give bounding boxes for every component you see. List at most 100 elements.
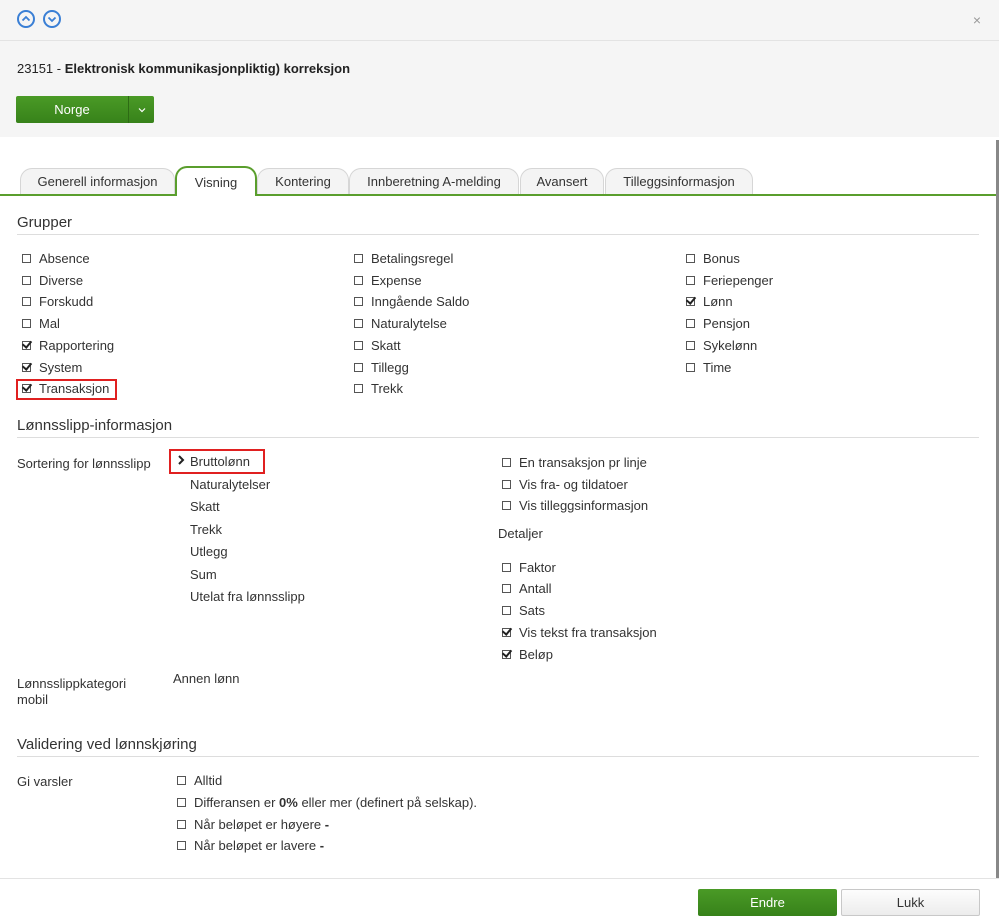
checkbox-label: System	[39, 360, 83, 375]
checkbox-hoyere[interactable]: Når beløpet er høyere -	[177, 817, 329, 832]
checkbox-differansen[interactable]: Differansen er 0% eller mer (definert på…	[177, 795, 477, 810]
divider	[17, 437, 979, 438]
checkbox-belop[interactable]: Beløp	[502, 647, 553, 662]
sort-item-bruttolonn[interactable]: Bruttolønn	[190, 454, 250, 469]
checkbox-sats[interactable]: Sats	[502, 603, 545, 618]
tab-innberetning-a-melding[interactable]: Innberetning A-melding	[349, 168, 519, 194]
checkbox-tillegg[interactable]: Tillegg	[354, 360, 409, 375]
checkbox-box[interactable]	[686, 319, 695, 328]
checkbox-mal[interactable]: Mal	[22, 316, 60, 331]
checkbox-inngaende-saldo[interactable]: Inngående Saldo	[354, 294, 469, 309]
checkbox-box[interactable]	[354, 297, 363, 306]
checkbox-label: Feriepenger	[703, 273, 774, 288]
sort-item-sum[interactable]: Sum	[190, 567, 217, 582]
diff-suffix: eller mer (definert på selskap).	[297, 795, 478, 810]
checkbox-box[interactable]	[354, 341, 363, 350]
checkbox-label: Skatt	[371, 338, 401, 353]
checkbox-rapportering[interactable]: Rapportering	[22, 338, 114, 353]
chevron-up-icon[interactable]	[17, 10, 35, 28]
checkbox-box[interactable]	[177, 798, 186, 807]
checkbox-box[interactable]	[502, 650, 511, 659]
checkbox-box[interactable]	[502, 606, 511, 615]
close-button[interactable]: Lukk	[841, 889, 980, 916]
checkbox-label: Expense	[371, 273, 422, 288]
checkbox-box[interactable]	[502, 584, 511, 593]
checkbox-time[interactable]: Time	[686, 360, 731, 375]
checkbox-label: Pensjon	[703, 316, 750, 331]
tab-tilleggsinformasjon[interactable]: Tilleggsinformasjon	[605, 168, 753, 194]
sort-item-utlegg[interactable]: Utlegg	[190, 544, 228, 559]
checkbox-box[interactable]	[177, 820, 186, 829]
checkbox-box[interactable]	[22, 276, 31, 285]
checkbox-vis-tekst[interactable]: Vis tekst fra transaksjon	[502, 625, 657, 640]
checkbox-box[interactable]	[354, 384, 363, 393]
checkbox-box[interactable]	[22, 254, 31, 263]
checkbox-box[interactable]	[354, 254, 363, 263]
checkbox-bonus[interactable]: Bonus	[686, 251, 740, 266]
checkbox-diverse[interactable]: Diverse	[22, 273, 83, 288]
checkbox-box[interactable]	[22, 341, 31, 350]
sort-item-naturalytelser[interactable]: Naturalytelser	[190, 477, 270, 492]
tab-avansert[interactable]: Avansert	[520, 168, 604, 194]
checkbox-lonn[interactable]: Lønn	[686, 294, 733, 309]
checkbox-label: Beløp	[519, 647, 553, 662]
checkbox-box[interactable]	[686, 363, 695, 372]
checkbox-box[interactable]	[686, 254, 695, 263]
checkbox-sykelonn[interactable]: Sykelønn	[686, 338, 757, 353]
checkbox-pensjon[interactable]: Pensjon	[686, 316, 750, 331]
checkbox-label: Differansen er 0% eller mer (definert på…	[194, 795, 477, 810]
checkbox-vis-datoer[interactable]: Vis fra- og tildatoer	[502, 477, 628, 492]
checkbox-absence[interactable]: Absence	[22, 251, 90, 266]
checkbox-box[interactable]	[177, 841, 186, 850]
checkbox-box[interactable]	[502, 458, 511, 467]
checkbox-label: Tillegg	[371, 360, 409, 375]
sort-label: Sortering for lønnsslipp	[17, 456, 151, 471]
checkbox-box[interactable]	[177, 776, 186, 785]
tab-kontering[interactable]: Kontering	[257, 168, 349, 194]
checkbox-box[interactable]	[354, 319, 363, 328]
close-icon[interactable]: ×	[973, 12, 981, 28]
lavere-value: -	[319, 838, 325, 853]
edit-button[interactable]: Endre	[698, 889, 837, 916]
checkbox-en-transaksjon[interactable]: En transaksjon pr linje	[502, 455, 647, 470]
tab-generell-informasjon[interactable]: Generell informasjon	[20, 168, 175, 194]
checkbox-box[interactable]	[502, 628, 511, 637]
sort-item-trekk[interactable]: Trekk	[190, 522, 222, 537]
tab-visning[interactable]: Visning	[175, 166, 257, 196]
checkbox-naturalytelse[interactable]: Naturalytelse	[354, 316, 447, 331]
checkbox-box[interactable]	[22, 297, 31, 306]
checkbox-feriepenger[interactable]: Feriepenger	[686, 273, 773, 288]
checkbox-box[interactable]	[502, 501, 511, 510]
checkbox-box[interactable]	[354, 276, 363, 285]
chevron-down-icon[interactable]	[43, 10, 61, 28]
checkbox-skatt[interactable]: Skatt	[354, 338, 401, 353]
checkbox-betalingsregel[interactable]: Betalingsregel	[354, 251, 453, 266]
sort-item-skatt[interactable]: Skatt	[190, 499, 220, 514]
checkbox-vis-tilleggsinfo[interactable]: Vis tilleggsinformasjon	[502, 498, 648, 513]
page-title: 23151 - Elektronisk kommunikasjonpliktig…	[17, 61, 350, 76]
checkbox-box[interactable]	[502, 480, 511, 489]
checkbox-box[interactable]	[686, 276, 695, 285]
checkbox-antall[interactable]: Antall	[502, 581, 552, 596]
title-code: 23151 -	[17, 61, 65, 76]
footer-bar: Endre Lukk	[0, 878, 999, 918]
checkbox-forskudd[interactable]: Forskudd	[22, 294, 93, 309]
checkbox-faktor[interactable]: Faktor	[502, 560, 556, 575]
country-dropdown-button[interactable]	[128, 96, 154, 123]
country-button[interactable]: Norge	[16, 96, 128, 123]
sort-item-utelat[interactable]: Utelat fra lønnsslipp	[190, 589, 305, 604]
checkbox-label: Når beløpet er høyere -	[194, 817, 329, 832]
checkbox-trekk[interactable]: Trekk	[354, 381, 403, 396]
checkbox-box[interactable]	[686, 297, 695, 306]
checkbox-box[interactable]	[22, 319, 31, 328]
checkbox-system[interactable]: System	[22, 360, 82, 375]
checkbox-box[interactable]	[502, 563, 511, 572]
tab-bar: Generell informasjon Visning Kontering I…	[0, 166, 999, 196]
checkbox-alltid[interactable]: Alltid	[177, 773, 222, 788]
checkbox-box[interactable]	[22, 363, 31, 372]
checkbox-lavere[interactable]: Når beløpet er lavere -	[177, 838, 324, 853]
title-name: Elektronisk kommunikasjonpliktig) korrek…	[64, 61, 351, 76]
checkbox-box[interactable]	[686, 341, 695, 350]
checkbox-box[interactable]	[354, 363, 363, 372]
checkbox-expense[interactable]: Expense	[354, 273, 422, 288]
